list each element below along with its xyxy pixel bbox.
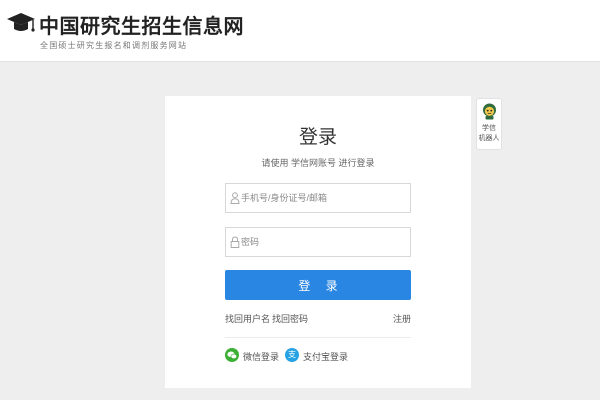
password-field[interactable] xyxy=(225,227,411,257)
robot-icon xyxy=(483,103,496,120)
alipay-login-label[interactable]: 支付宝登录 xyxy=(303,350,348,363)
site-subtitle: 全国硕士研究生报名和调剂服务网站 xyxy=(40,41,188,50)
wechat-login-label[interactable]: 微信登录 xyxy=(243,350,279,363)
login-card: 登录 请使用 学信网账号 进行登录 登 录 找回用户名 找回密码 注册 微信登录… xyxy=(165,96,471,388)
login-subtitle: 请使用 学信网账号 进行登录 xyxy=(261,158,375,168)
username-input[interactable] xyxy=(241,184,409,212)
find-username-link[interactable]: 找回用户名 xyxy=(225,312,270,325)
password-input[interactable] xyxy=(241,228,409,256)
alipay-icon: 支 xyxy=(285,348,299,362)
robot-label-line2: 机器人 xyxy=(478,135,500,142)
lock-icon xyxy=(230,236,240,248)
wechat-icon xyxy=(225,348,239,362)
find-password-link[interactable]: 找回密码 xyxy=(272,312,308,325)
site-title[interactable]: 中国研究生招生信息网 xyxy=(39,10,244,39)
graduation-cap-icon xyxy=(7,13,35,32)
register-link[interactable]: 注册 xyxy=(393,312,411,325)
site-header: 中国研究生招生信息网 全国硕士研究生报名和调剂服务网站 xyxy=(0,0,600,62)
login-button[interactable]: 登 录 xyxy=(225,270,411,300)
login-title: 登录 xyxy=(298,127,337,148)
user-icon xyxy=(230,192,240,204)
divider xyxy=(225,337,411,338)
robot-label-line1: 学信 xyxy=(482,125,496,132)
robot-assistant[interactable]: 学信 机器人 xyxy=(476,98,502,150)
username-field[interactable] xyxy=(225,183,411,213)
